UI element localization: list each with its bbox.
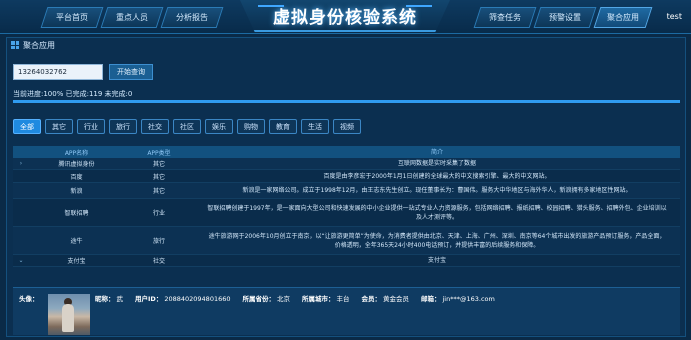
app-description-cell: 新浪是一家网络公司。成立于1998年12月，由王志东先生创立。现任董事长为：曹国… bbox=[242, 187, 632, 194]
nav-analysis-report[interactable]: 分析报告 bbox=[160, 7, 224, 28]
progress-bar-fill bbox=[13, 100, 680, 103]
detail-field-label: 用户ID： bbox=[135, 295, 163, 303]
app-type-cell: 社交 bbox=[152, 258, 165, 265]
avatar-label: 头像： bbox=[19, 295, 39, 303]
avatar bbox=[48, 294, 90, 335]
tab-category[interactable]: 行业 bbox=[77, 119, 105, 134]
tab-category[interactable]: 全部 bbox=[13, 119, 41, 134]
start-query-button[interactable]: 开始查询 bbox=[109, 64, 153, 80]
app-type-cell: 行业 bbox=[152, 210, 165, 217]
tab-category[interactable]: 旅行 bbox=[109, 119, 137, 134]
detail-field-label: 会员： bbox=[361, 295, 382, 303]
detail-field-label: 邮箱： bbox=[421, 295, 441, 303]
table-row[interactable]: 新浪 其它 新浪是一家网络公司。成立于1998年12月，由王志东先生创立。现任董事长… bbox=[13, 183, 680, 199]
app-name-cell: 智联招聘 bbox=[64, 210, 89, 217]
detail-field: 会员： 黄金会员 bbox=[362, 293, 410, 303]
app-description-cell: 互联网数据是实时采集了数据 bbox=[397, 160, 476, 167]
detail-field-value: 2088402094801660 bbox=[164, 295, 231, 303]
nav-home[interactable]: 平台首页 bbox=[40, 7, 104, 28]
detail-field: 昵称：武 bbox=[95, 293, 123, 303]
tab-category[interactable]: 娱乐 bbox=[205, 119, 233, 134]
detail-field-label: 所属城市： bbox=[302, 295, 335, 303]
table-row[interactable]: ⌄ 支付宝 社交 支付宝 bbox=[13, 255, 680, 267]
progress-bar bbox=[13, 100, 680, 103]
aggregate-panel: 聚合应用 开始查询 当前进度:100% 已完成:119 未完成:0 全部其它行业… bbox=[6, 37, 686, 337]
tab-category[interactable]: 社区 bbox=[173, 119, 201, 134]
nav-screening-tasks[interactable]: 筛查任务 bbox=[473, 7, 537, 28]
tab-category[interactable]: 生活 bbox=[301, 119, 329, 134]
progress-text: 当前进度:100% 已完成:119 未完成:0 bbox=[13, 90, 133, 98]
top-bar: 平台首页 重点人员 分析报告 虚拟身份核验系统 筛查任务 预警设置 聚合应用 t… bbox=[0, 0, 691, 34]
detail-field-value: 丰台 bbox=[336, 295, 350, 303]
table-row[interactable]: 途牛 旅行 途牛旅游网于2006年10月创立于南京，以“让旅游更简单”为使命，为消费… bbox=[13, 227, 680, 255]
header-app-type: APP类型 bbox=[147, 149, 171, 157]
grid-icon bbox=[11, 41, 19, 49]
app-title-plate: 虚拟身份核验系统 bbox=[240, 0, 450, 32]
app-table: APP名称 APP类型 简介 › 腾讯虚拟身份 其它 互联网数据是实时采集了数据 百度其… bbox=[13, 146, 680, 267]
detail-field: 所属城市： 丰台 bbox=[302, 293, 350, 303]
expand-toggle-icon[interactable]: › bbox=[13, 160, 29, 167]
expanded-detail: 头像： 昵称：武 用户ID： 2088402094801660 所属省份： 北京 所属城市… bbox=[13, 287, 680, 335]
current-user[interactable]: test bbox=[667, 12, 682, 21]
tab-category[interactable]: 社交 bbox=[141, 119, 169, 134]
detail-field: 邮箱： jin***@163.com bbox=[421, 293, 495, 303]
detail-field-value: jin***@163.com bbox=[442, 295, 495, 303]
nav-key-persons[interactable]: 重点人员 bbox=[100, 7, 164, 28]
tab-category[interactable]: 其它 bbox=[45, 119, 73, 134]
search-row: 开始查询 bbox=[13, 64, 153, 80]
tab-category[interactable]: 购物 bbox=[237, 119, 265, 134]
detail-field: 所属省份： 北京 bbox=[243, 293, 291, 303]
app-name-cell: 百度 bbox=[70, 173, 83, 181]
app-description-cell: 支付宝 bbox=[427, 257, 446, 264]
app-name-cell: 新浪 bbox=[70, 188, 83, 195]
nav-alert-settings[interactable]: 预警设置 bbox=[533, 7, 597, 28]
header-app-name: APP名称 bbox=[64, 149, 89, 157]
detail-field-label: 所属省份： bbox=[242, 295, 276, 303]
app-type-cell: 其它 bbox=[152, 161, 165, 168]
detail-field-label: 昵称： bbox=[95, 295, 115, 303]
detail-field-value: 北京 bbox=[277, 295, 290, 303]
app-type-cell: 旅行 bbox=[152, 238, 165, 245]
app-description-cell: 百度是由李彦宏于2000年1月1日创建的全球最大的中文搜索引擎、最大的中文网站。 bbox=[323, 172, 551, 180]
table-header: APP名称 APP类型 简介 bbox=[13, 146, 680, 158]
phone-search-input[interactable] bbox=[13, 64, 103, 80]
tab-category[interactable]: 教育 bbox=[269, 119, 297, 134]
table-row[interactable]: 百度 其它 百度是由李彦宏于2000年1月1日创建的全球最大的中文搜索引擎、最大的中… bbox=[13, 170, 680, 183]
detail-fields: 昵称：武 用户ID： 2088402094801660 所属省份： 北京 所属城市： 丰台 会… bbox=[95, 293, 495, 303]
table-body: › 腾讯虚拟身份 其它 互联网数据是实时采集了数据 百度 其它 百度是由李彦宏于2000年1… bbox=[13, 158, 680, 267]
app-type-cell: 其它 bbox=[152, 173, 165, 181]
expand-toggle-icon[interactable]: ⌄ bbox=[13, 257, 29, 264]
app-description-cell: 途牛旅游网于2006年10月创立于南京，以“让旅游更简单”为使命，为消费者提供由… bbox=[208, 232, 666, 249]
title-decoration bbox=[258, 5, 284, 7]
table-row[interactable]: › 腾讯虚拟身份 其它 互联网数据是实时采集了数据 bbox=[13, 158, 680, 170]
tab-category[interactable]: 视频 bbox=[333, 119, 361, 134]
detail-field: 用户ID： 2088402094801660 bbox=[135, 293, 231, 303]
app-name-cell: 支付宝 bbox=[67, 258, 86, 265]
app-description-cell: 智联招聘创建于1997年，是一家面向大型公司和快速发展的中小企业提供一站式专业人… bbox=[207, 204, 667, 221]
category-tabs: 全部 其它 行业 旅行 社交 社区 娱乐 购物 教育 生活 视频 bbox=[13, 119, 361, 134]
app-type-cell: 其它 bbox=[152, 188, 165, 195]
panel-title: 聚合应用 bbox=[23, 40, 55, 50]
nav-aggregate-apps[interactable]: 聚合应用 bbox=[593, 7, 653, 28]
app-title: 虚拟身份核验系统 bbox=[273, 7, 417, 28]
table-row[interactable]: 智联招聘 行业 智联招聘创建于1997年，是一家面向大型公司和快速发展的中小企业提供… bbox=[13, 199, 680, 227]
detail-field-value: 黄金会员 bbox=[383, 295, 409, 303]
app-name-cell: 腾讯虚拟身份 bbox=[58, 161, 95, 168]
detail-field-value: 武 bbox=[116, 295, 124, 303]
app-name-cell: 途牛 bbox=[70, 238, 83, 245]
panel-header: 聚合应用 bbox=[7, 38, 685, 52]
header-description: 简介 bbox=[430, 148, 443, 156]
title-decoration bbox=[406, 5, 432, 7]
